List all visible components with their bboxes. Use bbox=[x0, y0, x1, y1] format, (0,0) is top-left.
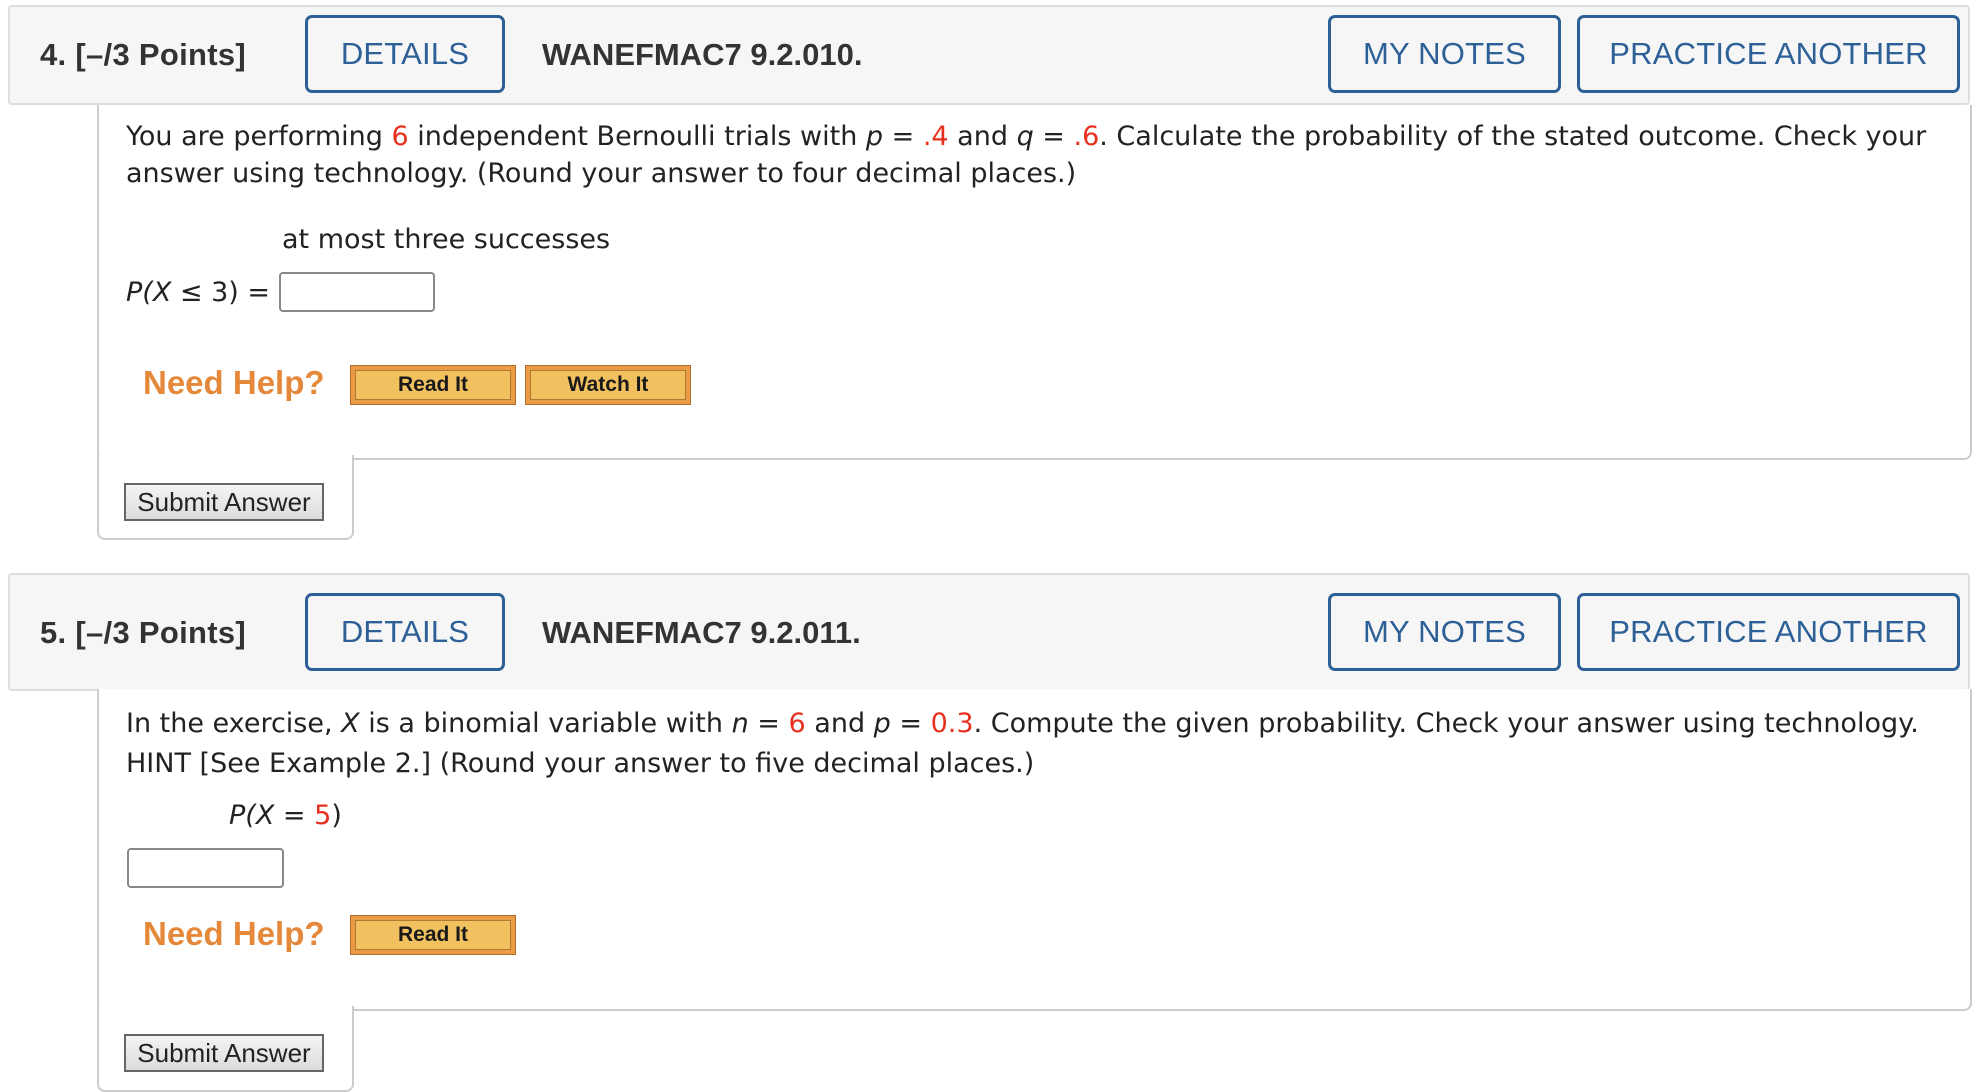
prompt-text: You are performing bbox=[126, 121, 392, 152]
expr-p: P( bbox=[229, 800, 256, 831]
read-it-label: Read It bbox=[355, 370, 511, 400]
prompt-text: In the exercise, bbox=[126, 708, 342, 739]
question-5-code: WANEFMAC7 9.2.011. bbox=[542, 615, 861, 650]
prompt-text: = bbox=[890, 708, 931, 739]
question-4-details-button[interactable]: DETAILS bbox=[305, 15, 505, 93]
expr-rest: ≤ 3) = bbox=[171, 277, 271, 308]
question-5-practice-another-button[interactable]: PRACTICE ANOTHER bbox=[1577, 593, 1960, 671]
p-variable: p bbox=[865, 121, 884, 152]
question-4-answer-input[interactable] bbox=[279, 272, 435, 312]
prompt-text: and bbox=[805, 708, 874, 739]
question-4-need-help-label: Need Help? bbox=[143, 364, 325, 401]
question-5-read-it-button[interactable]: Read It bbox=[350, 915, 516, 955]
expr-x: X bbox=[255, 800, 275, 831]
question-5-my-notes-button[interactable]: MY NOTES bbox=[1328, 593, 1561, 671]
watch-it-label: Watch It bbox=[530, 370, 686, 400]
prompt-text: . Calculate the probability of the state… bbox=[1099, 121, 1927, 152]
question-4-tab-join bbox=[99, 455, 352, 463]
n-variable: n bbox=[731, 708, 749, 739]
p-value: .4 bbox=[922, 121, 949, 152]
question-4-header: 4. [–/3 Points] DETAILS WANEFMAC7 9.2.01… bbox=[8, 5, 1970, 105]
question-4-prompt-line-2: answer using technology. (Round your ans… bbox=[126, 158, 1077, 189]
x-variable: X bbox=[341, 708, 360, 739]
question-4-expression: P(X ≤ 3) = bbox=[126, 274, 270, 311]
prompt-text: is a binomial variable with bbox=[359, 708, 732, 739]
prompt-text: independent Bernoulli trials with bbox=[408, 121, 866, 152]
expr-x: X bbox=[152, 277, 172, 308]
question-5-answer-input[interactable] bbox=[127, 848, 284, 888]
question-5-submit-button[interactable]: Submit Answer bbox=[124, 1034, 324, 1072]
prompt-text: . Compute the given probability. Check y… bbox=[973, 708, 1919, 739]
prompt-text: = bbox=[748, 708, 789, 739]
question-4-practice-another-button[interactable]: PRACTICE ANOTHER bbox=[1577, 15, 1960, 93]
expr-value: 5 bbox=[314, 800, 332, 831]
question-4-read-it-button[interactable]: Read It bbox=[350, 365, 516, 405]
p-value: 0.3 bbox=[930, 708, 974, 739]
expr-eq: = bbox=[274, 800, 315, 831]
question-5-number: 5. [–/3 Points] bbox=[40, 615, 247, 650]
question-4-prompt-line-1: You are performing 6 independent Bernoul… bbox=[126, 118, 1926, 155]
expr-close: ) bbox=[331, 800, 342, 831]
question-5-need-help-label: Need Help? bbox=[143, 915, 325, 952]
n-value: 6 bbox=[788, 708, 806, 739]
question-4-code: WANEFMAC7 9.2.010. bbox=[542, 37, 863, 72]
question-5-header: 5. [–/3 Points] DETAILS WANEFMAC7 9.2.01… bbox=[8, 573, 1970, 691]
prompt-text: and bbox=[948, 121, 1017, 152]
question-5-expression: P(X = 5) bbox=[229, 797, 342, 834]
question-5-prompt-line-1: In the exercise, X is a binomial variabl… bbox=[126, 705, 1919, 742]
question-5-prompt-line-2: HINT [See Example 2.] (Round your answer… bbox=[126, 748, 1035, 779]
q-value: .6 bbox=[1073, 121, 1100, 152]
question-4-my-notes-button[interactable]: MY NOTES bbox=[1328, 15, 1561, 93]
question-4-number: 4. [–/3 Points] bbox=[40, 37, 247, 72]
question-4-watch-it-button[interactable]: Watch It bbox=[525, 365, 691, 405]
read-it-label: Read It bbox=[355, 920, 511, 950]
question-4-submit-button[interactable]: Submit Answer bbox=[124, 483, 324, 521]
question-4-outcome: at most three successes bbox=[282, 224, 611, 255]
prompt-text: = bbox=[1033, 121, 1074, 152]
question-5-details-button[interactable]: DETAILS bbox=[305, 593, 505, 671]
question-5-tab-join bbox=[99, 1006, 352, 1014]
prompt-text: = bbox=[883, 121, 923, 152]
trials-count: 6 bbox=[391, 121, 409, 152]
p-variable: p bbox=[873, 708, 891, 739]
expr-p: P( bbox=[126, 277, 153, 308]
q-variable: q bbox=[1016, 121, 1034, 152]
